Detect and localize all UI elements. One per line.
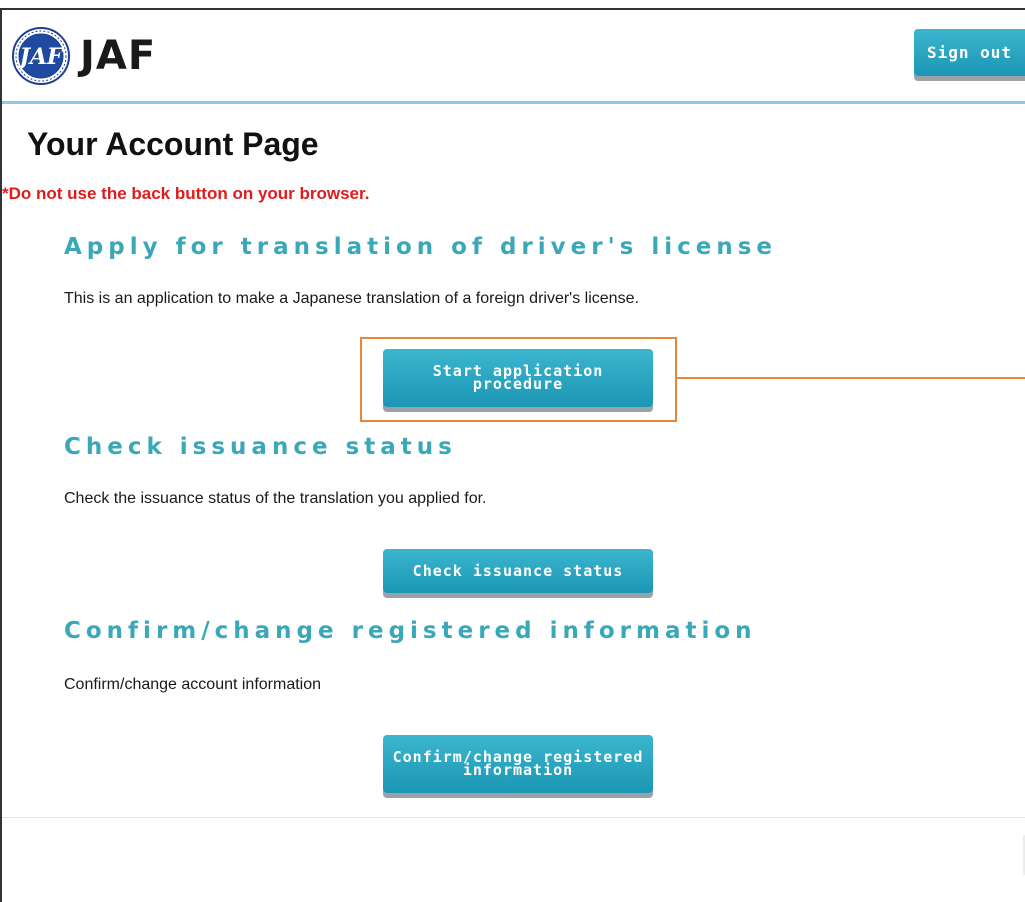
header-divider [2,101,1025,104]
confirm-change-info-button[interactable]: Confirm/change registered information [383,735,653,793]
section-desc-apply: This is an application to make a Japanes… [64,290,639,307]
logo-text[interactable]: JAF [80,32,156,80]
highlight-callout-line [677,377,1025,379]
footer-divider [2,817,1025,818]
page-title: Your Account Page [27,126,319,162]
check-issuance-status-button[interactable]: Check issuance status [383,549,653,593]
jaf-emblem-icon[interactable]: JAF [12,27,70,85]
start-application-button[interactable]: Start application procedure [383,349,653,407]
svg-text:JAF: JAF [15,44,63,70]
sign-out-button[interactable]: Sign out [914,29,1025,76]
section-title-confirm: Confirm/change registered information [64,618,757,644]
section-desc-status: Check the issuance status of the transla… [64,490,487,507]
back-button-warning: *Do not use the back button on your brow… [2,184,370,203]
section-title-apply: Apply for translation of driver's licens… [64,234,777,260]
section-desc-confirm: Confirm/change account information [64,676,322,693]
section-title-status: Check issuance status [64,434,457,460]
